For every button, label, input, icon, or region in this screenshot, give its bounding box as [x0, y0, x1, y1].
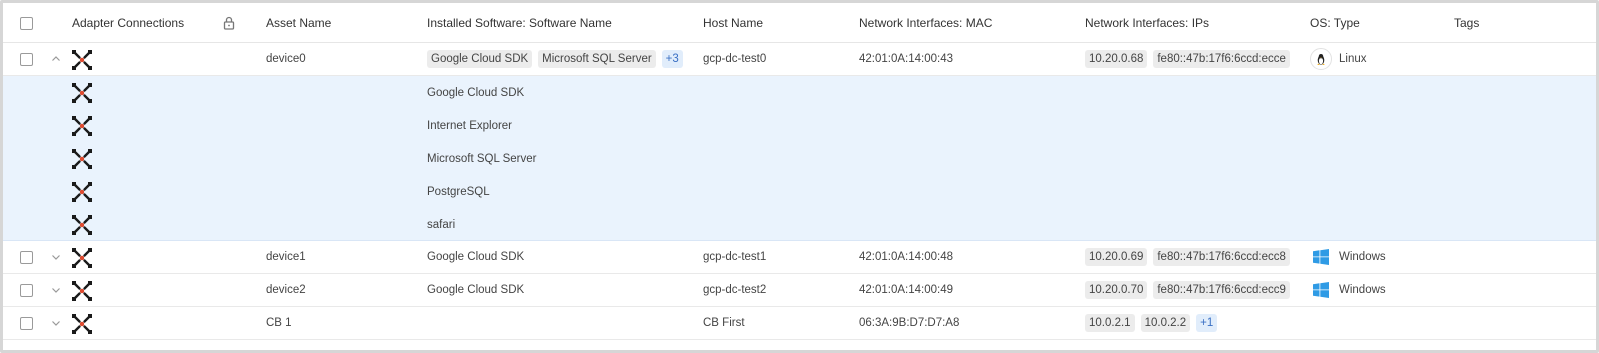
chevron-down-icon[interactable] [50, 317, 62, 329]
linux-icon [1310, 48, 1332, 70]
os-cell: Windows [1310, 274, 1386, 306]
list-item: safari [3, 208, 1596, 241]
row-checkbox[interactable] [20, 251, 33, 264]
host-name: gcp-dc-test0 [703, 53, 767, 65]
asset-name[interactable]: CB 1 [266, 307, 292, 339]
os-type: Windows [1339, 251, 1386, 263]
software-name: Internet Explorer [427, 119, 513, 132]
mac-address: 42:01:0A:14:00:49 [859, 284, 953, 296]
software-tag: Google Cloud SDK [427, 50, 533, 68]
ips-cell: 10.20.0.70 fe80::47b:17f6:6ccd:ecc9 [1085, 274, 1296, 306]
chevron-down-icon[interactable] [50, 251, 62, 263]
chevron-down-icon[interactable] [50, 284, 62, 296]
table-row[interactable]: device2 Google Cloud SDK gcp-dc-test2 42… [3, 274, 1596, 307]
gcp-adapter-icon[interactable] [71, 313, 93, 335]
asset-name[interactable]: device2 [266, 274, 306, 306]
select-all-checkbox[interactable] [20, 17, 33, 30]
column-header-host-name[interactable]: Host Name [703, 3, 763, 43]
chevron-up-icon[interactable] [50, 53, 62, 65]
ips-cell: 10.20.0.68 fe80::47b:17f6:6ccd:ecce [1085, 43, 1296, 75]
software-name: Google Cloud SDK [427, 86, 525, 99]
ips-cell: 10.20.0.69 fe80::47b:17f6:6ccd:ecc8 [1085, 241, 1296, 273]
list-item: Internet Explorer [3, 109, 1596, 142]
list-item: Google Cloud SDK [3, 76, 1596, 109]
row-checkbox[interactable] [20, 317, 33, 330]
row-checkbox[interactable] [20, 53, 33, 66]
software-more-badge[interactable]: +3 [661, 50, 683, 68]
ip-tag: fe80::47b:17f6:6ccd:ecc9 [1153, 281, 1290, 299]
gcp-adapter-icon[interactable] [71, 82, 93, 104]
gcp-adapter-icon[interactable] [71, 247, 93, 269]
gcp-adapter-icon[interactable] [71, 49, 93, 71]
column-header-adapter[interactable]: Adapter Connections [72, 3, 184, 43]
table-row[interactable]: device0 Google Cloud SDK Microsoft SQL S… [3, 43, 1596, 76]
software-cell: Google Cloud SDK Microsoft SQL Server +3 [427, 43, 683, 75]
software-tag: Microsoft SQL Server [538, 50, 656, 68]
ip-tag: 10.20.0.70 [1085, 281, 1148, 299]
ip-tag: fe80::47b:17f6:6ccd:ecc8 [1153, 248, 1290, 266]
ip-tag: 10.20.0.69 [1085, 248, 1148, 266]
table-header: Adapter Connections Asset Name Installed… [3, 3, 1596, 43]
table-row[interactable]: device1 Google Cloud SDK gcp-dc-test1 42… [3, 241, 1596, 274]
os-cell: Linux [1310, 43, 1367, 75]
os-type: Windows [1339, 284, 1386, 296]
table-row[interactable]: CB 1 CB First 06:3A:9B:D7:D7:A8 10.0.2.1… [3, 307, 1596, 340]
software-name: Microsoft SQL Server [427, 152, 537, 165]
gcp-adapter-icon[interactable] [71, 148, 93, 170]
mac-address: 42:01:0A:14:00:43 [859, 53, 953, 65]
gcp-adapter-icon[interactable] [71, 280, 93, 302]
column-header-tags[interactable]: Tags [1454, 3, 1479, 43]
mac-address: 06:3A:9B:D7:D7:A8 [859, 317, 960, 329]
column-header-software[interactable]: Installed Software: Software Name [427, 3, 612, 43]
assets-table: Adapter Connections Asset Name Installed… [0, 0, 1599, 353]
asset-name[interactable]: device0 [266, 43, 306, 75]
host-name: gcp-dc-test2 [703, 284, 767, 296]
asset-name[interactable]: device1 [266, 241, 306, 273]
gcp-adapter-icon[interactable] [71, 115, 93, 137]
ip-tag: 10.0.2.1 [1085, 314, 1135, 332]
lock-icon[interactable] [223, 16, 235, 33]
column-header-asset-name[interactable]: Asset Name [266, 3, 331, 43]
software-name: Google Cloud SDK [427, 284, 525, 296]
software-name: Google Cloud SDK [427, 251, 525, 263]
windows-icon [1310, 246, 1332, 268]
software-name: PostgreSQL [427, 185, 490, 198]
ips-cell: 10.0.2.1 10.0.2.2 +1 [1085, 307, 1218, 339]
mac-address: 42:01:0A:14:00:48 [859, 251, 953, 263]
host-name: gcp-dc-test1 [703, 251, 767, 263]
software-name: safari [427, 218, 456, 231]
ip-tag: 10.0.2.2 [1140, 314, 1191, 332]
column-header-os-type[interactable]: OS: Type [1310, 3, 1360, 43]
os-cell: Windows [1310, 241, 1386, 273]
column-header-ips[interactable]: Network Interfaces: IPs [1085, 3, 1209, 43]
os-type: Linux [1339, 53, 1367, 65]
list-item: Microsoft SQL Server [3, 142, 1596, 175]
host-name: CB First [703, 317, 745, 329]
windows-icon [1310, 279, 1332, 301]
row-checkbox[interactable] [20, 284, 33, 297]
column-header-mac[interactable]: Network Interfaces: MAC [859, 3, 992, 43]
expanded-software-list: Google Cloud SDK Internet Explorer Micro… [3, 76, 1596, 241]
ip-tag: 10.20.0.68 [1085, 50, 1148, 68]
gcp-adapter-icon[interactable] [71, 181, 93, 203]
gcp-adapter-icon[interactable] [71, 214, 93, 236]
list-item: PostgreSQL [3, 175, 1596, 208]
ip-tag: fe80::47b:17f6:6ccd:ecce [1153, 50, 1290, 68]
ip-more-badge[interactable]: +1 [1196, 314, 1218, 332]
